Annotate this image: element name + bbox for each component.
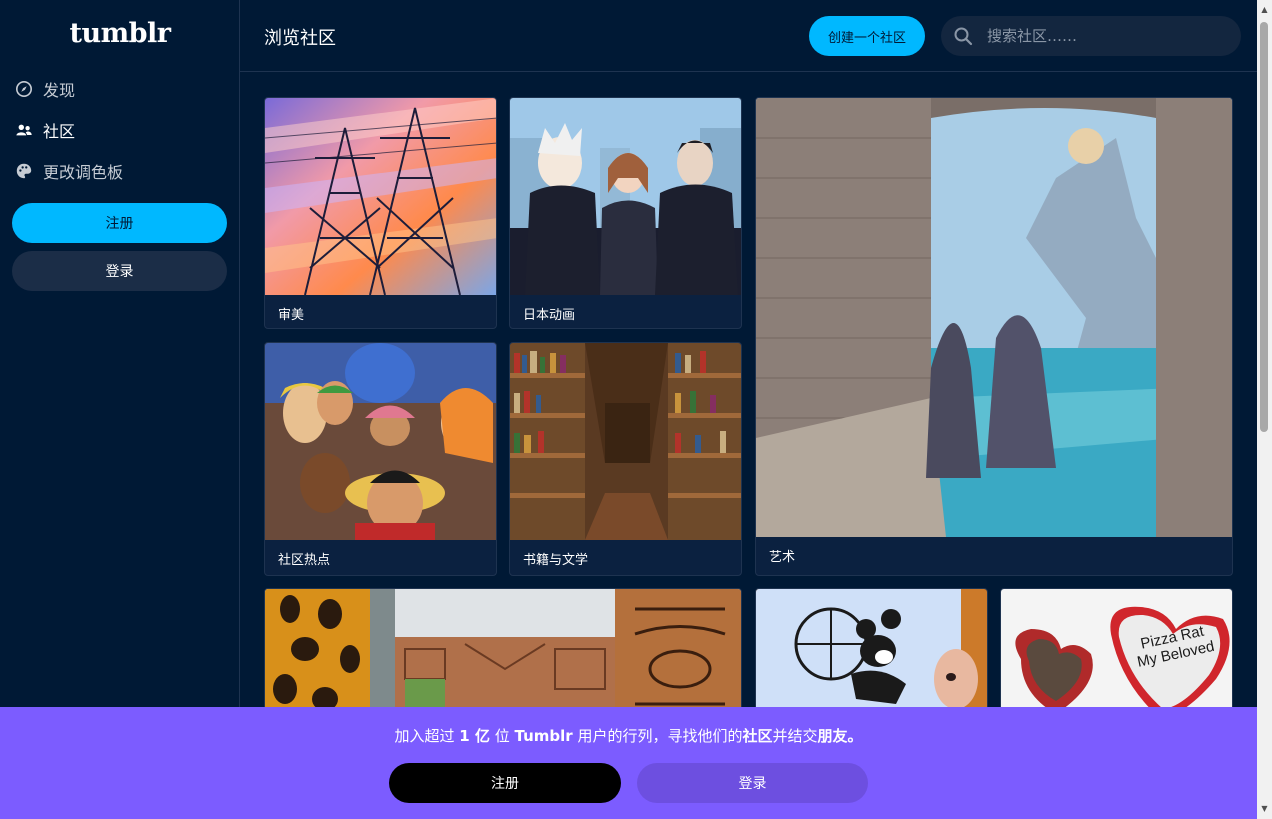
people-icon [15, 121, 33, 139]
banner-text: 加入超过 1 亿 位 Tumblr 用户的行列，寻找他们的社区并结交朋友。 [0, 725, 1257, 746]
community-card-books[interactable]: 书籍与文学 [509, 342, 742, 576]
card-image [510, 343, 741, 540]
page-title: 浏览社区 [264, 28, 336, 49]
create-community-button[interactable]: 创建一个社区 [809, 16, 925, 56]
banner-text-6: 社区 [742, 727, 773, 745]
community-card-trending[interactable]: 社区热点 [264, 342, 497, 576]
community-card-anime[interactable]: 日本动画 [509, 97, 742, 329]
card-image [265, 343, 496, 540]
banner-text-1: 加入超过 [394, 727, 460, 745]
search-input[interactable] [987, 27, 1207, 45]
sidebar-item-label: 发现 [43, 81, 76, 100]
sidebar-item-label: 社区 [43, 122, 76, 141]
card-image [510, 98, 741, 295]
sidebar: tumblr 发现 社区 更改调色板 注册 登录 [0, 0, 240, 819]
sidebar-item-palette[interactable]: 更改调色板 [15, 156, 123, 186]
banner-text-7: 并结交 [772, 727, 818, 745]
search-icon [953, 26, 973, 46]
card-label: 艺术 [769, 550, 796, 565]
tumblr-logo[interactable]: tumblr [0, 18, 240, 49]
banner-login-button[interactable]: 登录 [637, 763, 868, 803]
card-label: 书籍与文学 [523, 553, 589, 568]
signup-button[interactable]: 注册 [12, 203, 227, 243]
scrollbar-thumb[interactable] [1260, 22, 1268, 432]
compass-icon [15, 80, 33, 98]
community-card-art[interactable]: 艺术 [755, 97, 1233, 576]
banner-text-2: 1 亿 [459, 727, 490, 745]
login-button[interactable]: 登录 [12, 251, 227, 291]
scroll-down-arrow-icon[interactable]: ▼ [1259, 803, 1270, 814]
header: 浏览社区 创建一个社区 [240, 0, 1257, 72]
signup-banner: 加入超过 1 亿 位 Tumblr 用户的行列，寻找他们的社区并结交朋友。 注册… [0, 707, 1257, 819]
sidebar-item-communities[interactable]: 社区 [15, 115, 75, 145]
card-label: 社区热点 [278, 553, 331, 568]
sidebar-item-label: 更改调色板 [43, 163, 124, 182]
community-card-aesthetics[interactable]: 审美 [264, 97, 497, 329]
card-label: 审美 [278, 308, 305, 323]
banner-signup-button[interactable]: 注册 [389, 763, 621, 803]
sidebar-item-discover[interactable]: 发现 [15, 74, 75, 104]
banner-text-8: 朋友。 [817, 727, 863, 745]
palette-icon [15, 162, 33, 180]
banner-text-4: Tumblr [514, 727, 573, 745]
card-label: 日本动画 [523, 308, 576, 323]
banner-text-5: 用户的行列，寻找他们的 [572, 727, 743, 745]
banner-text-3: 位 [489, 727, 515, 745]
scroll-up-arrow-icon[interactable]: ▲ [1259, 4, 1270, 15]
search-bar[interactable] [941, 16, 1241, 56]
card-image [756, 98, 1232, 537]
card-image [265, 98, 496, 295]
